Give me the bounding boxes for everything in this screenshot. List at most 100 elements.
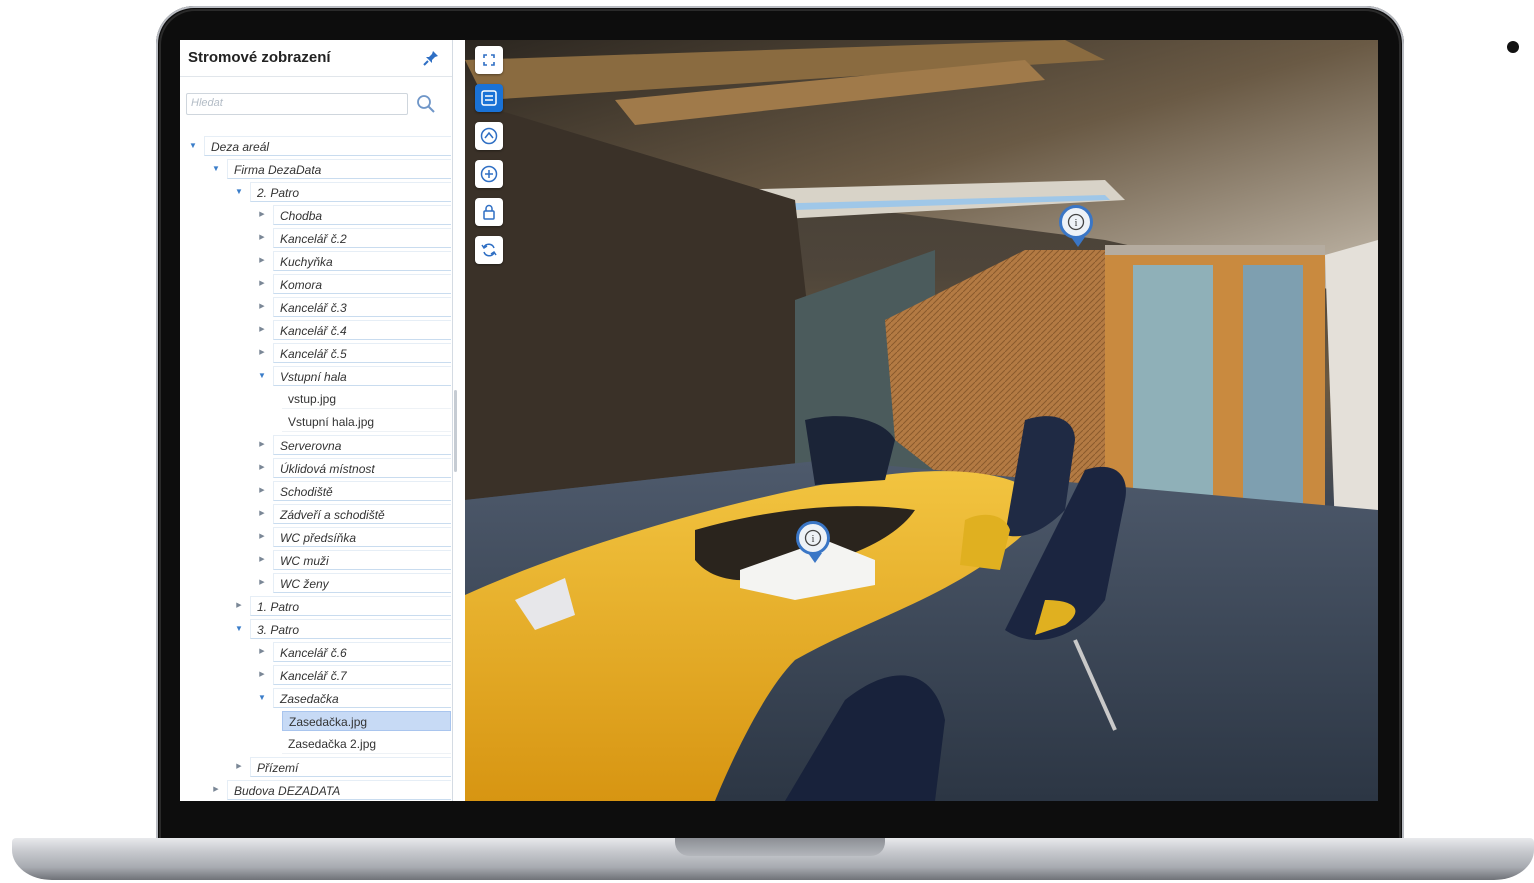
tree-item-label: Kancelář č.5	[273, 343, 451, 363]
tree-folder-item[interactable]: ▶ WC muži	[180, 549, 452, 571]
tree-folder-item[interactable]: ▼ Firma DezaData	[180, 158, 452, 180]
search-input[interactable]	[191, 97, 403, 109]
tree-item-label: WC ženy	[273, 573, 451, 593]
tree-item-label: Firma DezaData	[227, 159, 451, 179]
caret-right-icon[interactable]: ▶	[257, 439, 267, 449]
tree-folder-item[interactable]: ▶ Chodba	[180, 204, 452, 226]
caret-right-icon[interactable]: ▶	[211, 784, 221, 794]
caret-down-icon[interactable]: ▼	[234, 623, 244, 633]
caret-right-icon[interactable]: ▶	[234, 600, 244, 610]
tree-folder-item[interactable]: ▶ Schodiště	[180, 480, 452, 502]
tree-folder-item[interactable]: ▼ Vstupní hala	[180, 365, 452, 387]
tree-folder-item[interactable]: ▶ WC ženy	[180, 572, 452, 594]
tree-item-label: Deza areál	[204, 136, 451, 156]
tree-folder-item[interactable]: ▶ Komora	[180, 273, 452, 295]
tree-item-label: vstup.jpg	[282, 389, 451, 409]
tree-item-label: 3. Patro	[250, 619, 451, 639]
caret-right-icon[interactable]: ▶	[257, 255, 267, 265]
tree-folder-item[interactable]: ▶ Kancelář č.5	[180, 342, 452, 364]
caret-right-icon[interactable]: ▶	[257, 554, 267, 564]
svg-text:i: i	[1075, 218, 1078, 229]
caret-down-icon[interactable]: ▼	[257, 692, 267, 702]
tree-item-label: Kancelář č.3	[273, 297, 451, 317]
caret-down-icon[interactable]: ▼	[188, 140, 198, 150]
caret-right-icon[interactable]: ▶	[257, 669, 267, 679]
caret-right-icon[interactable]: ▶	[257, 209, 267, 219]
rotate-button[interactable]	[475, 236, 503, 264]
tree-item-label: Kancelář č.4	[273, 320, 451, 340]
tree-folder-item[interactable]: ▶ Kancelář č.2	[180, 227, 452, 249]
lock-icon	[483, 204, 495, 220]
info-hotspot-door[interactable]: i	[1059, 205, 1093, 247]
caret-right-icon[interactable]: ▶	[257, 278, 267, 288]
caret-right-icon[interactable]: ▶	[257, 232, 267, 242]
tree-folder-item[interactable]: ▶ Úklidová místnost	[180, 457, 452, 479]
caret-down-icon[interactable]: ▼	[211, 163, 221, 173]
tree-folder-item[interactable]: ▶ Kancelář č.7	[180, 664, 452, 686]
tree-folder-item[interactable]: ▶ 1. Patro	[180, 595, 452, 617]
tree-toggle-button[interactable]	[475, 84, 503, 112]
caret-right-icon[interactable]: ▶	[257, 485, 267, 495]
caret-right-icon[interactable]: ▶	[257, 301, 267, 311]
caret-right-icon[interactable]: ▶	[257, 577, 267, 587]
tree-folder-item[interactable]: ▶ WC předsíňka	[180, 526, 452, 548]
caret-down-icon[interactable]: ▼	[234, 186, 244, 196]
zoom-in-icon	[480, 165, 498, 183]
tree-item-label: WC muži	[273, 550, 451, 570]
caret-right-icon[interactable]: ▶	[234, 761, 244, 771]
tree-folder-item[interactable]: ▶ Kancelář č.6	[180, 641, 452, 663]
caret-right-icon[interactable]: ▶	[257, 508, 267, 518]
tree-item-label: Zádveří a schodiště	[273, 504, 451, 524]
caret-right-icon[interactable]: ▶	[257, 531, 267, 541]
caret-right-icon[interactable]: ▶	[257, 324, 267, 334]
pin-icon[interactable]	[422, 49, 440, 67]
tree-file-item[interactable]: Vstupní hala.jpg	[180, 411, 452, 433]
bullet-dot	[1507, 41, 1519, 53]
tree-folder-item[interactable]: ▶ Kuchyňka	[180, 250, 452, 272]
panorama-image	[465, 40, 1378, 801]
tree-folder-item[interactable]: ▶ Budova DEZADATA	[180, 779, 452, 801]
caret-down-icon[interactable]: ▼	[257, 370, 267, 380]
tree-item-label: Přízemí	[250, 757, 451, 777]
panorama-viewer[interactable]: i i	[465, 40, 1378, 801]
tree-folder-item[interactable]: ▶ Kancelář č.4	[180, 319, 452, 341]
tree-folder-item[interactable]: ▶ Zádveří a schodiště	[180, 503, 452, 525]
caret-right-icon[interactable]: ▶	[257, 646, 267, 656]
lock-button[interactable]	[475, 198, 503, 226]
tree-folder-item[interactable]: ▼ Deza areál	[180, 135, 452, 157]
info-hotspot-table[interactable]: i	[796, 521, 830, 563]
info-icon: i	[1067, 213, 1085, 231]
tree-item-label: Kancelář č.6	[273, 642, 451, 662]
tree-item-label: Kuchyňka	[273, 251, 451, 271]
app-screen: Stromové zobrazení ▼ Deza areál ▼ Firma Dez…	[180, 40, 1378, 801]
tree-folder-item[interactable]: ▶ Serverovna	[180, 434, 452, 456]
tree-folder-item[interactable]: ▶ Kancelář č.3	[180, 296, 452, 318]
compass-button[interactable]	[475, 122, 503, 150]
tree-sidebar: Stromové zobrazení ▼ Deza areál ▼ Firma Dez…	[180, 40, 457, 801]
info-icon: i	[804, 529, 822, 547]
tree-folder-item[interactable]: ▼ 2. Patro	[180, 181, 452, 203]
tree-item-label: Komora	[273, 274, 451, 294]
tree-item-label: Zasedačka 2.jpg	[282, 734, 451, 754]
caret-right-icon[interactable]: ▶	[257, 462, 267, 472]
sidebar-title: Stromové zobrazení	[188, 49, 331, 66]
search-field	[186, 93, 408, 115]
search-icon[interactable]	[416, 94, 436, 114]
fullscreen-icon	[483, 54, 495, 66]
caret-right-icon[interactable]: ▶	[257, 347, 267, 357]
zoom-in-button[interactable]	[475, 160, 503, 188]
tree-file-item[interactable]: vstup.jpg	[180, 388, 452, 410]
fullscreen-button[interactable]	[475, 46, 503, 74]
tree-item-label: Kancelář č.7	[273, 665, 451, 685]
tree-file-item[interactable]: Zasedačka 2.jpg	[180, 733, 452, 755]
tree-item-label: Zasedačka	[273, 688, 451, 708]
scrollbar[interactable]	[454, 390, 457, 472]
tree-folder-item[interactable]: ▼ Zasedačka	[180, 687, 452, 709]
tree-folder-item[interactable]: ▶ Přízemí	[180, 756, 452, 778]
tree-folder-item[interactable]: ▼ 3. Patro	[180, 618, 452, 640]
tree-item-label: Budova DEZADATA	[227, 780, 451, 800]
laptop-notch	[675, 838, 885, 856]
tree-item-label: Schodiště	[273, 481, 451, 501]
tree-file-item[interactable]: Zasedačka.jpg	[180, 710, 452, 732]
svg-text:i: i	[812, 534, 815, 545]
